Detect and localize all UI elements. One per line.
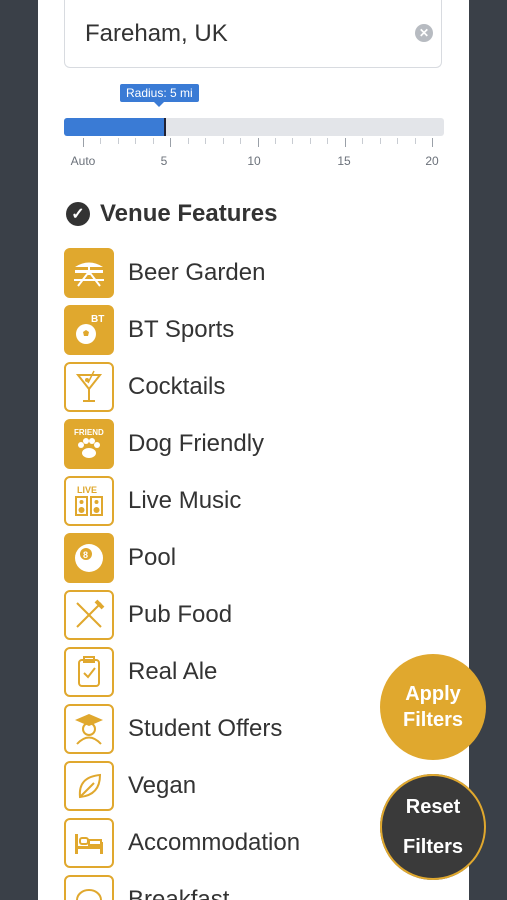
reset-filters-label: Reset Filters (402, 796, 464, 858)
section-title-text: Venue Features (100, 200, 278, 227)
slider-tick (152, 138, 154, 144)
slider-tick (397, 138, 399, 144)
feature-beer-garden[interactable]: Beer Garden (64, 247, 265, 299)
feature-label: Live Music (128, 487, 242, 514)
breakfast-icon (64, 875, 114, 900)
eight-ball-icon: 8 (64, 533, 114, 583)
beer-pump-icon (64, 647, 114, 697)
tick-label-5: 5 (160, 154, 168, 168)
leaf-icon (64, 761, 114, 811)
location-search-box[interactable]: ✕ (64, 0, 442, 68)
slider-tick (292, 138, 294, 144)
slider-tick (362, 138, 364, 144)
feature-student-offers[interactable]: Student Offers (64, 703, 282, 755)
feature-label: Vegan (128, 772, 197, 799)
feature-real-ale[interactable]: Real Ale (64, 646, 217, 698)
apply-filters-button[interactable]: Apply Filters (380, 654, 486, 760)
slider-tick (414, 138, 416, 144)
svg-text:BT: BT (91, 314, 104, 325)
slider-tick (187, 138, 189, 144)
slider-tick (432, 138, 433, 147)
venue-features-heading: ✓ Venue Features (66, 200, 277, 228)
speakers-icon: LIVE (64, 476, 114, 526)
feature-label: Real Ale (128, 658, 218, 685)
feature-vegan[interactable]: Vegan (64, 760, 196, 812)
picnic-table-icon (64, 248, 114, 298)
feature-label: BT Sports (128, 316, 235, 343)
radius-slider-fill (64, 118, 164, 136)
slider-tick (205, 138, 207, 144)
bed-icon (64, 818, 114, 868)
slider-tick (327, 138, 329, 144)
tick-label-10: 10 (247, 154, 261, 168)
radius-slider[interactable] (64, 118, 444, 136)
feature-cocktails[interactable]: Cocktails (64, 361, 225, 413)
location-input[interactable] (85, 20, 385, 48)
feature-pub-food[interactable]: Pub Food (64, 589, 232, 641)
filter-panel: ✕ Radius: 5 mi Auto 5 10 15 20 ✓ Venue F… (38, 0, 469, 900)
radius-tooltip: Radius: 5 mi (120, 84, 199, 107)
feature-live-music[interactable]: LIVE Live Music (64, 475, 241, 527)
feature-pool[interactable]: 8 Pool (64, 532, 176, 584)
slider-tick (83, 138, 84, 147)
soccer-ball-icon: BT (64, 305, 114, 355)
apply-filters-label: Apply Filters (402, 683, 464, 731)
feature-breakfast[interactable]: Breakfast (64, 874, 229, 900)
slider-tick (135, 138, 137, 144)
slider-tick (344, 138, 346, 147)
cocktail-glass-icon (64, 362, 114, 412)
feature-label: Pub Food (128, 601, 233, 628)
feature-bt-sports[interactable]: BT BT Sports (64, 304, 234, 356)
radius-slider-handle[interactable] (164, 118, 166, 136)
feature-accommodation[interactable]: Accommodation (64, 817, 300, 869)
slider-tick (274, 138, 276, 144)
clear-icon[interactable]: ✕ (415, 24, 433, 42)
feature-label: Beer Garden (128, 259, 266, 286)
slider-tick (100, 138, 102, 144)
svg-text:FRIEND: FRIEND (74, 428, 104, 437)
feature-label: Breakfast (128, 886, 230, 900)
slider-tick (309, 138, 311, 144)
slider-tick (240, 138, 242, 144)
feature-label: Cocktails (128, 373, 226, 400)
feature-label: Student Offers (128, 715, 283, 742)
reset-filters-button[interactable]: Reset Filters (380, 774, 486, 880)
svg-text:LIVE: LIVE (77, 485, 97, 495)
paw-icon: FRIEND (64, 419, 114, 469)
tick-label-20: 20 (425, 154, 439, 168)
slider-tick (222, 138, 224, 144)
feature-dog-friendly[interactable]: FRIEND Dog Friendly (64, 418, 264, 470)
feature-label: Pool (128, 544, 177, 571)
tick-label-15: 15 (337, 154, 351, 168)
radius-ticks (64, 138, 444, 148)
feature-label: Accommodation (128, 829, 301, 856)
check-circle-icon: ✓ (66, 202, 90, 226)
svg-text:8: 8 (83, 550, 88, 560)
fork-knife-icon (64, 590, 114, 640)
tick-label-auto: Auto (70, 154, 96, 168)
slider-tick (379, 138, 381, 144)
slider-tick (257, 138, 259, 147)
graduate-icon (64, 704, 114, 754)
slider-tick (117, 138, 119, 144)
slider-tick (170, 138, 172, 147)
feature-label: Dog Friendly (128, 430, 265, 457)
